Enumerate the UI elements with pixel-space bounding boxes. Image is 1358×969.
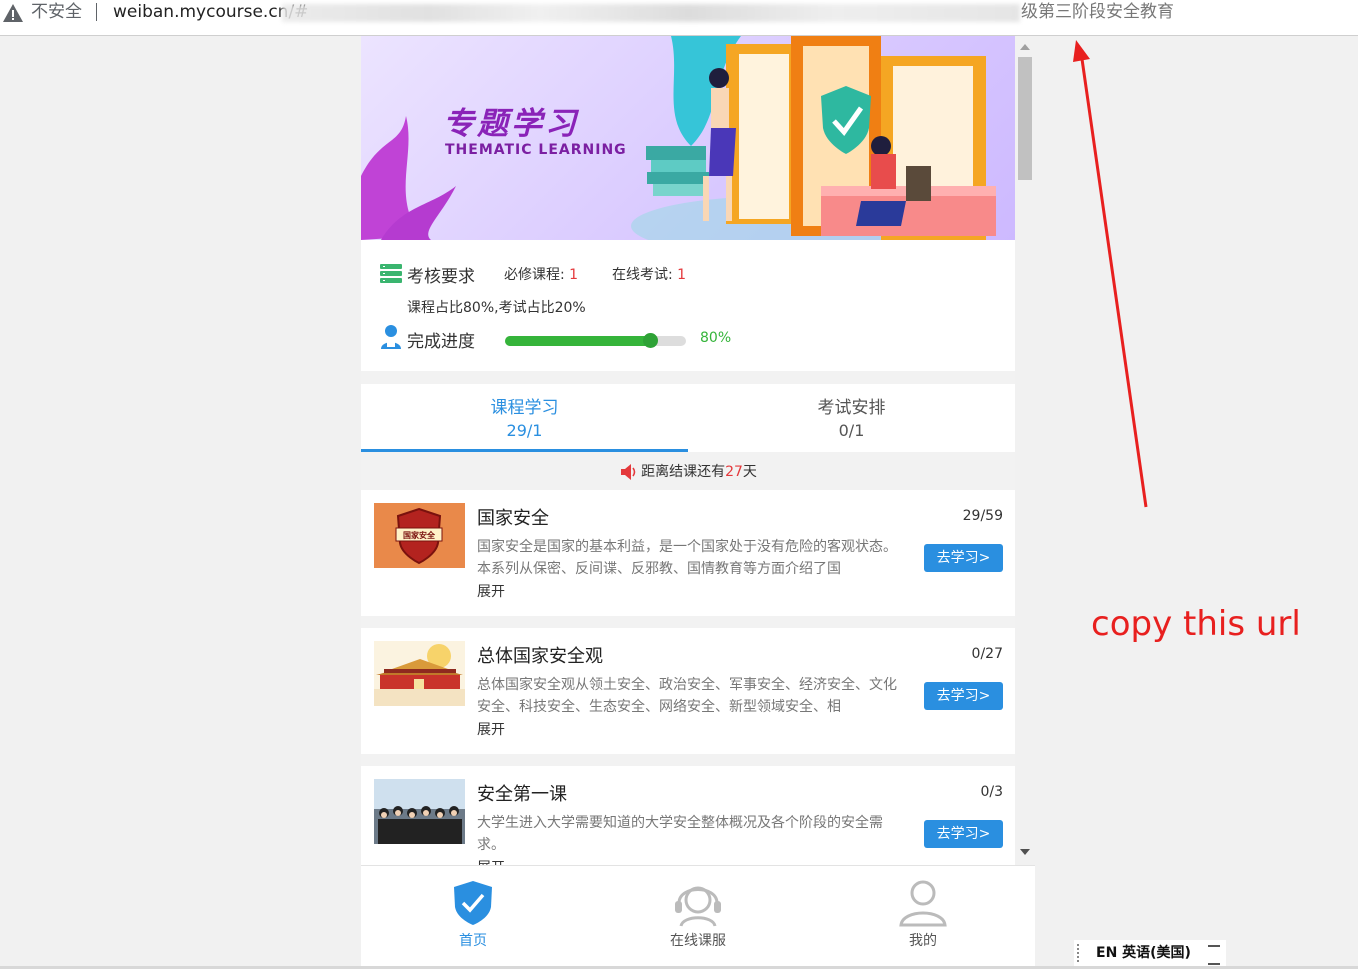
- tab-exam-schedule-label: 考试安排: [817, 398, 886, 418]
- nav-home[interactable]: 首页: [373, 866, 573, 967]
- banner-subtitle: THEMATIC LEARNING: [445, 142, 627, 158]
- graduates-photo-icon: [374, 779, 465, 844]
- expand-link[interactable]: 展开: [477, 857, 505, 865]
- requirements-label: 考核要求: [407, 267, 475, 287]
- progress-bar: [505, 333, 686, 348]
- nav-home-label: 首页: [459, 933, 487, 949]
- active-tab-underline: [361, 449, 688, 452]
- banner-title: 专题学习: [443, 106, 579, 142]
- page-title-tail: 级第三阶段安全教育: [1021, 2, 1174, 22]
- online-exam-value: 1: [677, 267, 687, 283]
- go-study-button[interactable]: 去学习>: [924, 820, 1003, 848]
- ime-mode-icon[interactable]: [1208, 945, 1220, 965]
- score-ratio-text: 课程占比80%,考试占比20%: [407, 300, 586, 316]
- nav-profile-label: 我的: [909, 933, 937, 949]
- warning-icon: [3, 4, 23, 22]
- expand-link[interactable]: 展开: [477, 719, 505, 739]
- annotation-text: copy this url: [1091, 604, 1301, 644]
- tab-course-study-count: 29/1: [506, 421, 543, 440]
- tiananmen-icon: [374, 644, 465, 706]
- course-count: 0/27: [971, 646, 1003, 662]
- user-icon: [899, 880, 947, 927]
- shield-emblem-icon: 国家安全: [395, 507, 443, 565]
- course-thumbnail: [374, 641, 465, 706]
- mandatory-course: 必修课程: 1: [504, 264, 578, 284]
- online-exam-label: 在线考试:: [612, 267, 673, 283]
- bottom-navigation: 首页 在线课服 我的: [361, 865, 1035, 967]
- ime-label: EN 英语(美国): [1096, 945, 1191, 961]
- scrollbar-thumb[interactable]: [1018, 57, 1032, 180]
- expand-link[interactable]: 展开: [477, 581, 505, 601]
- mandatory-course-value: 1: [569, 267, 579, 283]
- course-title: 安全第一课: [477, 784, 567, 805]
- browser-address-bar[interactable]: 不安全 weiban.mycourse.cn/# 级第三阶段安全教育: [0, 0, 1358, 36]
- nav-profile[interactable]: 我的: [823, 866, 1023, 967]
- deadline-notice: 距离结课还有27天: [361, 460, 1015, 484]
- course-title: 国家安全: [477, 508, 549, 529]
- course-title: 总体国家安全观: [477, 646, 603, 667]
- course-description: 国家安全是国家的基本利益，是一个国家处于没有危险的客观状态。本系列从保密、反间谍…: [477, 539, 897, 577]
- progress-knob: [642, 333, 658, 348]
- nav-online-service-label: 在线课服: [670, 933, 726, 949]
- ime-language-indicator[interactable]: EN 英语(美国): [1074, 940, 1226, 967]
- redacted-url-blur: [282, 4, 1020, 22]
- go-study-button[interactable]: 去学习>: [924, 544, 1003, 572]
- progress-percent: 80%: [700, 330, 732, 346]
- divider: [96, 3, 97, 21]
- mandatory-course-label: 必修课程:: [504, 267, 565, 283]
- tab-course-study-label: 课程学习: [490, 398, 559, 418]
- course-card[interactable]: 总体国家安全观 0/27 总体国家安全观从领土安全、政治安全、军事安全、经济安全…: [361, 628, 1015, 754]
- thumb-label: 国家安全: [403, 530, 436, 540]
- notice-prefix: 距离结课还有: [641, 464, 726, 480]
- shield-check-icon: [454, 881, 492, 925]
- course-count: 29/59: [962, 508, 1003, 524]
- scroll-up-icon[interactable]: [1020, 44, 1030, 50]
- go-study-button[interactable]: 去学习>: [924, 682, 1003, 710]
- scroll-down-icon[interactable]: [1020, 849, 1030, 855]
- tab-course-study[interactable]: 课程学习 29/1: [361, 384, 688, 452]
- banner: 专题学习 THEMATIC LEARNING: [361, 36, 1015, 240]
- tab-exam-schedule-count: 0/1: [838, 421, 865, 440]
- nav-online-service[interactable]: 在线课服: [598, 866, 798, 967]
- student-icon: [381, 325, 401, 349]
- url-text[interactable]: weiban.mycourse.cn/#: [113, 0, 308, 24]
- progress-label: 完成进度: [407, 332, 475, 352]
- mobile-page: 专题学习 THEMATIC LEARNING 考核要求 必修课程: 1 在线考试…: [361, 36, 1015, 865]
- security-status-label[interactable]: 不安全: [31, 0, 82, 24]
- course-card[interactable]: 国家安全 国家安全 29/59 国家安全是国家的基本利益，是一个国家处于没有危险…: [361, 490, 1015, 616]
- course-card[interactable]: 安全第一课 0/3 大学生进入大学需要知道的大学安全整体概况及各个阶段的安全需求…: [361, 766, 1015, 865]
- headset-icon: [675, 886, 721, 927]
- list-icon: [380, 264, 402, 283]
- progress-fill: [505, 336, 650, 346]
- requirements-panel: 考核要求 必修课程: 1 在线考试: 1 课程占比80%,考试占比20% 完成进…: [361, 240, 1015, 371]
- scrollbar[interactable]: [1015, 36, 1035, 865]
- notice-suffix: 天: [742, 464, 757, 480]
- course-description: 大学生进入大学需要知道的大学安全整体概况及各个阶段的安全需求。: [477, 815, 883, 853]
- tab-bar: 课程学习 29/1 考试安排 0/1: [361, 384, 1015, 452]
- course-thumbnail: 国家安全: [374, 503, 465, 568]
- course-description: 总体国家安全观从领土安全、政治安全、军事安全、经济安全、文化安全、科技安全、生态…: [477, 677, 897, 715]
- online-exam: 在线考试: 1: [612, 264, 686, 284]
- tab-exam-schedule[interactable]: 考试安排 0/1: [688, 384, 1015, 452]
- course-thumbnail: [374, 779, 465, 844]
- notice-days: 27: [725, 464, 743, 480]
- grip-handle[interactable]: [1077, 944, 1081, 962]
- course-count: 0/3: [980, 784, 1003, 800]
- speaker-icon: [621, 464, 636, 480]
